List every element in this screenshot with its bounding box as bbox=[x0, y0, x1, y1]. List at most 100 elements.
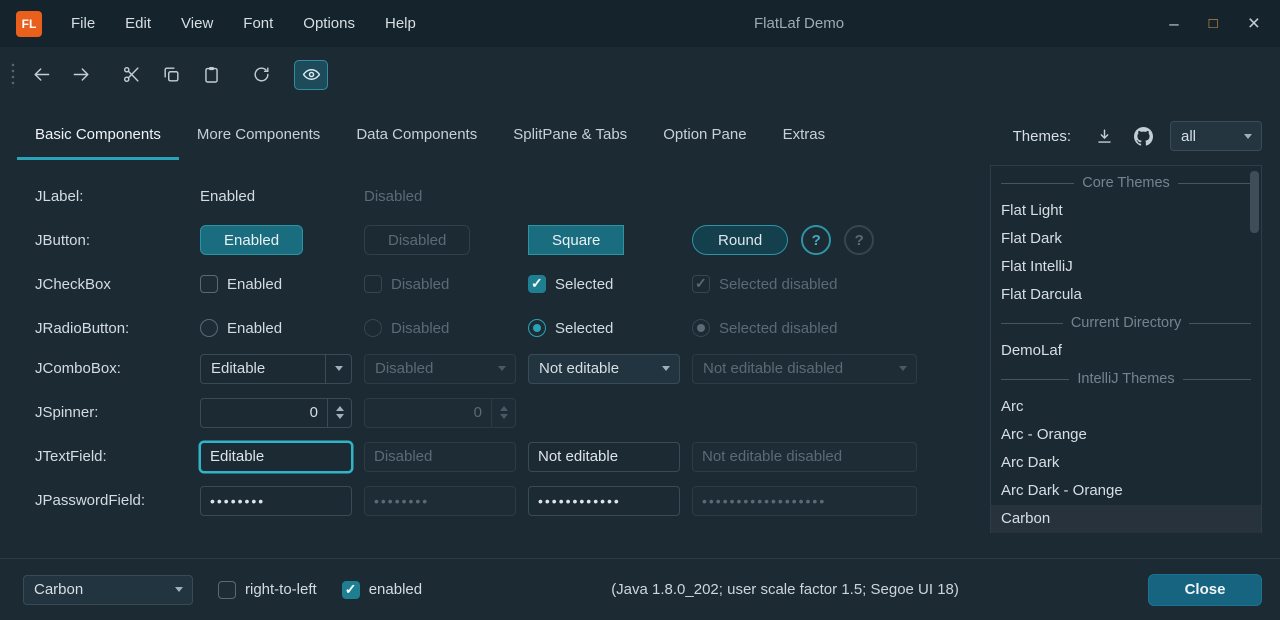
show-details-eye-toggle[interactable] bbox=[294, 60, 328, 90]
spinner-arrows[interactable] bbox=[327, 399, 351, 427]
radio-enabled[interactable]: Enabled bbox=[200, 319, 364, 337]
refresh-icon[interactable] bbox=[244, 60, 278, 90]
checkbox-enabled[interactable]: Enabled bbox=[200, 275, 364, 293]
textfield-disabled: Disabled bbox=[364, 442, 516, 472]
checkbox-icon[interactable] bbox=[218, 581, 236, 599]
menu-edit[interactable]: Edit bbox=[112, 10, 164, 37]
menubar: File Edit View Font Options Help bbox=[58, 10, 429, 37]
jbutton-row: JButton: Enabled Disabled Square Round ?… bbox=[35, 218, 965, 262]
radio-icon[interactable] bbox=[200, 319, 218, 337]
checkbox-checked-icon[interactable] bbox=[528, 275, 546, 293]
right-to-left-checkbox[interactable]: right-to-left bbox=[218, 581, 317, 599]
spinner-value[interactable]: 0 bbox=[201, 399, 327, 427]
theme-item-arc-dark[interactable]: Arc Dark bbox=[991, 449, 1261, 477]
tabbar: Basic Components More Components Data Co… bbox=[0, 112, 1280, 160]
combobox-not-editable-disabled: Not editable disabled bbox=[692, 354, 917, 384]
scrollbar-thumb[interactable] bbox=[1250, 171, 1259, 233]
jpasswordfield-row-label: JPasswordField: bbox=[35, 492, 200, 509]
password-dots: •••••••••••• bbox=[538, 493, 621, 509]
theme-item-arc-orange[interactable]: Arc - Orange bbox=[991, 421, 1261, 449]
jtextfield-row-label: JTextField: bbox=[35, 448, 200, 465]
window-title: FlatLaf Demo bbox=[429, 15, 1169, 32]
theme-item-flat-dark[interactable]: Flat Dark bbox=[991, 225, 1261, 253]
checkbox-selected[interactable]: Selected bbox=[528, 275, 692, 293]
theme-item-arc[interactable]: Arc bbox=[991, 393, 1261, 421]
jlabel-disabled: Disabled bbox=[364, 188, 422, 205]
spinner-value: 0 bbox=[365, 399, 491, 427]
chevron-down-icon[interactable] bbox=[166, 576, 192, 604]
textfield-value: Not editable bbox=[538, 448, 618, 465]
checkbox-label: Selected bbox=[555, 276, 613, 293]
enabled-checkbox[interactable]: enabled bbox=[342, 581, 422, 599]
enabled-button[interactable]: Enabled bbox=[200, 225, 303, 255]
themes-filter-value: all bbox=[1181, 128, 1196, 145]
menu-file[interactable]: File bbox=[58, 10, 108, 37]
radio-label: Disabled bbox=[391, 320, 449, 337]
radio-selected-icon[interactable] bbox=[528, 319, 546, 337]
spinner-down-icon bbox=[500, 414, 508, 419]
maximize-icon[interactable]: □ bbox=[1209, 16, 1218, 31]
textfield-not-editable[interactable]: Not editable bbox=[528, 442, 680, 472]
passwordfield-editable[interactable]: •••••••• bbox=[200, 486, 352, 516]
paste-icon[interactable] bbox=[194, 60, 228, 90]
tab-extras[interactable]: Extras bbox=[765, 112, 844, 160]
forward-icon[interactable] bbox=[64, 60, 98, 90]
close-window-icon[interactable]: × bbox=[1248, 13, 1260, 34]
theme-item-flat-intellij[interactable]: Flat IntelliJ bbox=[991, 253, 1261, 281]
spinner-up-icon[interactable] bbox=[336, 406, 344, 411]
theme-item-flat-light[interactable]: Flat Light bbox=[991, 197, 1261, 225]
checkbox-label: Disabled bbox=[391, 276, 449, 293]
passwordfield-not-editable[interactable]: •••••••••••• bbox=[528, 486, 680, 516]
combobox-editable[interactable]: Editable bbox=[200, 354, 352, 384]
tab-more-components[interactable]: More Components bbox=[179, 112, 338, 160]
theme-selector-combo[interactable]: Carbon bbox=[23, 575, 193, 605]
round-button[interactable]: Round bbox=[692, 225, 788, 255]
spinner-down-icon[interactable] bbox=[336, 414, 344, 419]
jspinner-row: JSpinner: 0 0 bbox=[35, 394, 965, 438]
github-icon[interactable] bbox=[1131, 124, 1155, 148]
spinner-enabled[interactable]: 0 bbox=[200, 398, 352, 428]
theme-item-flat-darcula[interactable]: Flat Darcula bbox=[991, 281, 1261, 309]
jspinner-row-label: JSpinner: bbox=[35, 404, 200, 421]
combobox-not-editable[interactable]: Not editable bbox=[528, 354, 680, 384]
toolbar bbox=[0, 47, 1280, 102]
radio-selected[interactable]: Selected bbox=[528, 319, 692, 337]
copy-icon[interactable] bbox=[154, 60, 188, 90]
cut-icon[interactable] bbox=[114, 60, 148, 90]
chevron-down-icon[interactable] bbox=[653, 355, 679, 383]
theme-item-arc-dark-orange[interactable]: Arc Dark - Orange bbox=[991, 477, 1261, 505]
themes-scrollbar[interactable] bbox=[1250, 169, 1259, 527]
help-button[interactable]: ? bbox=[801, 225, 831, 255]
tab-basic-components[interactable]: Basic Components bbox=[17, 112, 179, 160]
chevron-down-icon bbox=[489, 355, 515, 383]
themes-filter-combo[interactable]: all bbox=[1170, 121, 1262, 151]
checkbox-checked-icon[interactable] bbox=[342, 581, 360, 599]
square-button[interactable]: Square bbox=[528, 225, 624, 255]
separator-label: Current Directory bbox=[1071, 315, 1181, 331]
textfield-editable[interactable]: Editable bbox=[200, 442, 352, 472]
checkbox-checked-icon bbox=[692, 275, 710, 293]
menu-view[interactable]: View bbox=[168, 10, 226, 37]
back-icon[interactable] bbox=[24, 60, 58, 90]
window-controls: – □ × bbox=[1169, 13, 1268, 34]
themes-label: Themes: bbox=[1013, 128, 1071, 145]
chevron-down-icon[interactable] bbox=[325, 355, 351, 383]
theme-item-demolaf[interactable]: DemoLaf bbox=[991, 337, 1261, 365]
toolbar-grip-handle[interactable] bbox=[10, 62, 16, 88]
minimize-icon[interactable]: – bbox=[1169, 15, 1178, 32]
theme-item-carbon[interactable]: Carbon bbox=[991, 505, 1261, 533]
help-button-disabled: ? bbox=[844, 225, 874, 255]
tab-splitpane-tabs[interactable]: SplitPane & Tabs bbox=[495, 112, 645, 160]
combobox-disabled: Disabled bbox=[364, 354, 516, 384]
tab-data-components[interactable]: Data Components bbox=[338, 112, 495, 160]
checkbox-icon[interactable] bbox=[200, 275, 218, 293]
menu-options[interactable]: Options bbox=[290, 10, 368, 37]
close-button[interactable]: Close bbox=[1148, 574, 1262, 606]
combobox-value: Not editable disabled bbox=[703, 360, 843, 377]
spinner-disabled: 0 bbox=[364, 398, 516, 428]
menu-font[interactable]: Font bbox=[230, 10, 286, 37]
menu-help[interactable]: Help bbox=[372, 10, 429, 37]
separator-label: IntelliJ Themes bbox=[1077, 371, 1174, 387]
tab-option-pane[interactable]: Option Pane bbox=[645, 112, 764, 160]
download-icon[interactable] bbox=[1092, 124, 1116, 148]
